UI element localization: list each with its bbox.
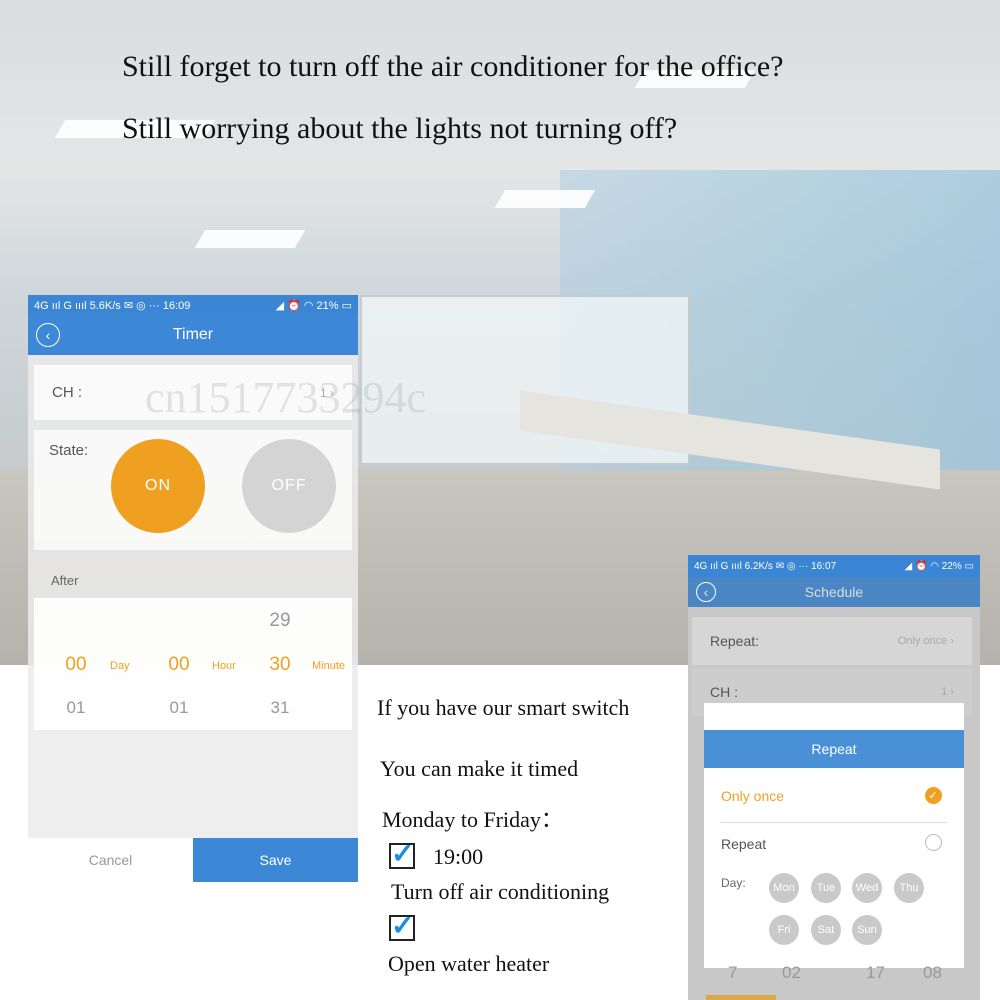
- status-bar: 4G ııl G ıııl 5.6K/s ✉ ◎ ··· 16:09 ◢ ⏰ ◠ …: [28, 295, 358, 315]
- picker-minute-selected: 30: [269, 654, 291, 675]
- checkbox-checked-icon: ✓: [389, 910, 415, 941]
- watermark: cn1517733294c: [145, 373, 427, 422]
- back-icon[interactable]: ‹: [696, 582, 716, 602]
- headline-2: Still worrying about the lights not turn…: [122, 112, 678, 145]
- day-fri[interactable]: Fri: [769, 915, 799, 945]
- picker-value: 7: [728, 963, 738, 982]
- schedule-phone-screen: 4G ııl G ıııl 6.2K/s ✉ ◎ ··· 16:07 ◢ ⏰ ◠ …: [688, 555, 980, 1000]
- headline-1: Still forget to turn off the air conditi…: [122, 50, 784, 83]
- day-wed[interactable]: Wed: [852, 873, 882, 903]
- status-left: 4G ııl G ıııl 5.6K/s ✉ ◎ ··· 16:09: [34, 299, 191, 312]
- unchecked-radio-icon[interactable]: [925, 834, 942, 851]
- weekday-line: Monday to Friday：: [382, 807, 563, 832]
- save-button[interactable]: Save: [193, 838, 358, 882]
- action-air-conditioning: Turn off air conditioning: [391, 879, 610, 904]
- day-unit: Day: [110, 660, 130, 672]
- divider: [721, 822, 947, 823]
- ch-label: CH :: [710, 684, 738, 700]
- page-title: Timer: [172, 326, 214, 343]
- back-icon[interactable]: ‹: [36, 323, 60, 347]
- status-left: 4G ııl G ıııl 6.2K/s ✉ ◎ ··· 16:07: [694, 560, 837, 572]
- day-label: Day:: [721, 876, 746, 890]
- intro-line: If you have our smart switch: [377, 695, 630, 720]
- day-sun[interactable]: Sun: [852, 915, 882, 945]
- state-row: State: ON OFF: [34, 430, 352, 550]
- minute-unit: Minute: [312, 660, 346, 672]
- picker-minute-next: 31: [270, 698, 290, 717]
- hour-unit: Hour: [212, 660, 236, 672]
- status-bar: 4G ııl G ıııl 6.2K/s ✉ ◎ ··· 16:07 ◢ ⏰ ◠ …: [688, 555, 980, 577]
- modal-title: Repeat: [704, 730, 964, 768]
- checkbox-checked-icon: ✓: [389, 838, 415, 869]
- after-label: After: [51, 573, 79, 588]
- picker-value: 02: [782, 963, 801, 982]
- day-tue[interactable]: Tue: [811, 873, 841, 903]
- schedule-header: ‹ Schedule: [688, 577, 980, 607]
- time-value: 19:00: [433, 844, 484, 869]
- checked-radio-icon[interactable]: ✓: [925, 787, 942, 804]
- picker-hour-selected: 00: [168, 654, 190, 675]
- picker-minute-prev: 29: [269, 610, 291, 631]
- day-thu[interactable]: Thu: [894, 873, 924, 903]
- picker-hour-next: 01: [169, 698, 189, 717]
- state-label: State:: [49, 442, 89, 459]
- repeat-value: Only once ›: [897, 635, 954, 647]
- timed-line: You can make it timed: [380, 756, 579, 781]
- day-mon[interactable]: Mon: [769, 873, 799, 903]
- status-right: ◢ ⏰ ◠ 21% ▭: [275, 299, 352, 312]
- ceiling-lamp: [194, 230, 306, 248]
- repeat-row[interactable]: Repeat: Only once ›: [692, 617, 972, 665]
- option-repeat[interactable]: Repeat: [721, 836, 766, 852]
- option-only-once[interactable]: Only once: [721, 788, 784, 804]
- orange-bar: [706, 995, 776, 1000]
- page-title: Schedule: [804, 584, 864, 600]
- timer-header: ‹ Timer: [28, 315, 358, 355]
- time-picker[interactable]: 29 00 Day 00 Hour 30 Minute 01 01 31: [34, 598, 352, 730]
- off-button[interactable]: OFF: [242, 439, 336, 533]
- picker-value: 08: [923, 963, 942, 982]
- ch-label: CH :: [52, 384, 82, 401]
- status-right: ◢ ⏰ ◠ 22% ▭: [904, 560, 974, 572]
- action-water-heater: Open water heater: [388, 951, 550, 976]
- ceiling-lamp: [494, 190, 596, 208]
- repeat-label: Repeat:: [710, 633, 760, 649]
- picker-day-next: 01: [66, 698, 86, 717]
- cancel-button[interactable]: Cancel: [28, 838, 193, 882]
- picker-day-selected: 00: [65, 654, 87, 675]
- picker-value: 17: [866, 963, 885, 982]
- day-sat[interactable]: Sat: [811, 915, 841, 945]
- on-button[interactable]: ON: [111, 439, 205, 533]
